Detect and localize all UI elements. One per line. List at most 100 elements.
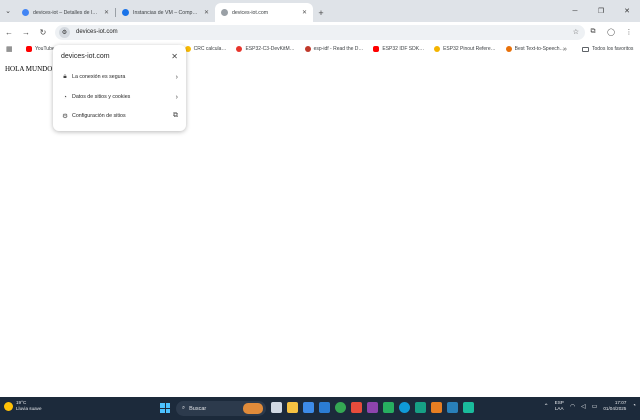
file-explorer-icon[interactable]: [287, 402, 298, 413]
tab-title: devices-iot.com: [232, 9, 269, 16]
clock-date: 01/04/2025: [603, 406, 627, 411]
bookmarks-overflow-chevron-icon[interactable]: »: [563, 46, 567, 53]
cookie-icon: ◔: [63, 93, 67, 101]
tab-title: Instancias de VM – Compute E…: [133, 9, 200, 16]
language-indicator[interactable]: ESP LAA: [555, 400, 564, 412]
url-text[interactable]: devices-iot.com: [76, 29, 573, 35]
tab-strip: ⌄ devices-iot – Detalles de la sol… ✕ In…: [0, 0, 640, 22]
wifi-icon[interactable]: ◠: [570, 403, 575, 410]
search-label: Buscar: [189, 405, 207, 412]
site-info-popup: devices-iot.com ✕ 🔒︎ La conexión es segu…: [53, 45, 186, 131]
page-body-text: HOLA MUNDO: [5, 65, 53, 73]
app-icon-2[interactable]: [367, 402, 378, 413]
connection-secure-item[interactable]: 🔒︎ La conexión es segura ›: [53, 68, 186, 86]
bookmark-youtube[interactable]: YouTube: [26, 46, 55, 52]
volume-icon[interactable]: ◁: [581, 403, 586, 410]
window-controls: ─ ❐ ✕: [562, 0, 640, 22]
bookmark-label: ESP32-C3-DevKitM…: [245, 46, 295, 52]
bookmark-crc-calculator[interactable]: CRC calcula…: [184, 46, 227, 52]
app-icon-1[interactable]: [351, 402, 362, 413]
item-label: Configuración de sitios: [72, 113, 126, 119]
bookmark-label: CRC calcula…: [193, 46, 227, 52]
app-icon-5[interactable]: [431, 402, 442, 413]
address-bar[interactable]: ⚙ devices-iot.com ☆: [55, 24, 585, 40]
tab-devices-iot-details[interactable]: devices-iot – Detalles de la sol… ✕: [16, 3, 115, 22]
reload-button[interactable]: ↻: [35, 24, 51, 40]
notification-bell-icon[interactable]: ◔: [632, 403, 636, 409]
item-label: La conexión es segura: [72, 74, 126, 80]
tab-search-button[interactable]: ⌄: [0, 0, 16, 22]
lock-icon: 🔒︎: [63, 73, 67, 80]
new-tab-button[interactable]: +: [313, 3, 329, 22]
popup-close-icon[interactable]: ✕: [171, 52, 178, 61]
taskbar-pinned-apps: [271, 402, 474, 413]
search-highlight-art-icon: [243, 403, 263, 414]
bookmark-label: Best Text-to-Speech…: [514, 46, 565, 52]
task-view-icon[interactable]: [271, 402, 282, 413]
cloud-console-favicon-icon: [22, 9, 29, 16]
bookmark-label: esp-idf - Read the D…: [313, 46, 364, 52]
back-button[interactable]: ←: [1, 24, 17, 40]
window-close-icon[interactable]: ✕: [614, 0, 640, 22]
forward-button[interactable]: →: [18, 24, 34, 40]
mail-icon[interactable]: [319, 402, 330, 413]
toolbar-right: ⧉ ◯ ⋮: [586, 24, 636, 40]
compute-engine-favicon-icon: [122, 9, 129, 16]
site-data-cookies-item[interactable]: ◔ Datos de sitios y cookies ›: [53, 88, 186, 106]
menu-kebab-icon[interactable]: ⋮: [622, 24, 636, 40]
chevron-right-icon: ›: [175, 93, 178, 101]
tab-devices-iot-com[interactable]: devices-iot.com ✕: [215, 3, 313, 22]
app-icon-6[interactable]: [447, 402, 458, 413]
bookmark-esp32-pinout[interactable]: ESP32 Pinout Refere…: [434, 46, 496, 52]
weather-widget[interactable]: 19°C Lluvia suave: [4, 400, 42, 412]
weather-text: 19°C Lluvia suave: [16, 400, 42, 412]
microsoft-store-icon[interactable]: [303, 402, 314, 413]
tab-title: devices-iot – Detalles de la sol…: [33, 9, 100, 16]
arrow-right-icon: →: [22, 27, 30, 37]
profile-avatar-icon[interactable]: ◯: [604, 24, 618, 40]
tab-vm-instances[interactable]: Instancias de VM – Compute E… ✕: [116, 3, 215, 22]
app-icon-4[interactable]: [415, 402, 426, 413]
bookmark-esp32-c3-devkitm[interactable]: ESP32-C3-DevKitM…: [236, 46, 295, 52]
globe-favicon-icon: [221, 9, 228, 16]
close-tab-icon[interactable]: ✕: [302, 9, 307, 16]
app-icon-3[interactable]: [383, 402, 394, 413]
browser-toolbar: ← → ↻ ⚙ devices-iot.com ☆ ⧉ ◯ ⋮: [0, 22, 640, 42]
popup-domain-title: devices-iot.com: [61, 53, 110, 60]
maximize-icon[interactable]: ❐: [588, 0, 614, 22]
site-info-tune-icon[interactable]: ⚙: [59, 26, 70, 38]
edge-icon[interactable]: [399, 402, 410, 413]
battery-icon[interactable]: ▭: [592, 403, 598, 410]
open-external-icon: ⧉: [173, 112, 178, 119]
close-tab-icon[interactable]: ✕: [204, 9, 209, 16]
close-tab-icon[interactable]: ✕: [104, 9, 109, 16]
app-icon-7[interactable]: [463, 402, 474, 413]
folder-icon: [582, 46, 589, 52]
bookmark-label: ESP32 IDF SDK…: [382, 46, 425, 52]
taskbar-search-box[interactable]: ⌕ Buscar: [176, 401, 266, 416]
minimize-icon[interactable]: ─: [562, 0, 588, 22]
bookmark-esp-idf-docs[interactable]: esp-idf - Read the D…: [304, 46, 364, 52]
espressif-favicon-icon: [236, 46, 243, 52]
site-settings-item[interactable]: ⚙ Configuración de sitios ⧉: [53, 107, 186, 125]
weather-rain-icon: [4, 401, 13, 411]
windows-start-icon[interactable]: [160, 403, 170, 413]
all-bookmarks-folder[interactable]: Todos los favoritos: [582, 46, 633, 52]
tray-chevron-up-icon[interactable]: ⌃: [544, 403, 549, 410]
weather-desc: Lluvia suave: [16, 406, 42, 411]
chrome-icon[interactable]: [335, 402, 346, 413]
bookmark-star-icon[interactable]: ☆: [573, 28, 579, 36]
taskbar-clock[interactable]: 17:07 01/04/2025: [603, 400, 626, 412]
item-label: Datos de sitios y cookies: [72, 94, 131, 100]
tab-search-icon: ⌄: [5, 8, 11, 15]
bookmark-text-to-speech[interactable]: Best Text-to-Speech…: [505, 46, 565, 52]
bookmark-esp32-idf-sdk[interactable]: ESP32 IDF SDK…: [373, 46, 424, 52]
apps-grid-icon[interactable]: ▦: [6, 45, 16, 53]
chevron-right-icon: ›: [175, 73, 178, 81]
reload-icon: ↻: [39, 27, 47, 37]
lang-line2: LAA: [554, 406, 564, 411]
readthedocs-favicon-icon: [304, 46, 311, 52]
extensions-puzzle-icon[interactable]: ⧉: [586, 24, 600, 40]
pinout-favicon-icon: [434, 46, 441, 52]
windows-taskbar: 19°C Lluvia suave ⌕ Buscar ⌃ ESP LAA ◠ ◁: [0, 397, 640, 420]
